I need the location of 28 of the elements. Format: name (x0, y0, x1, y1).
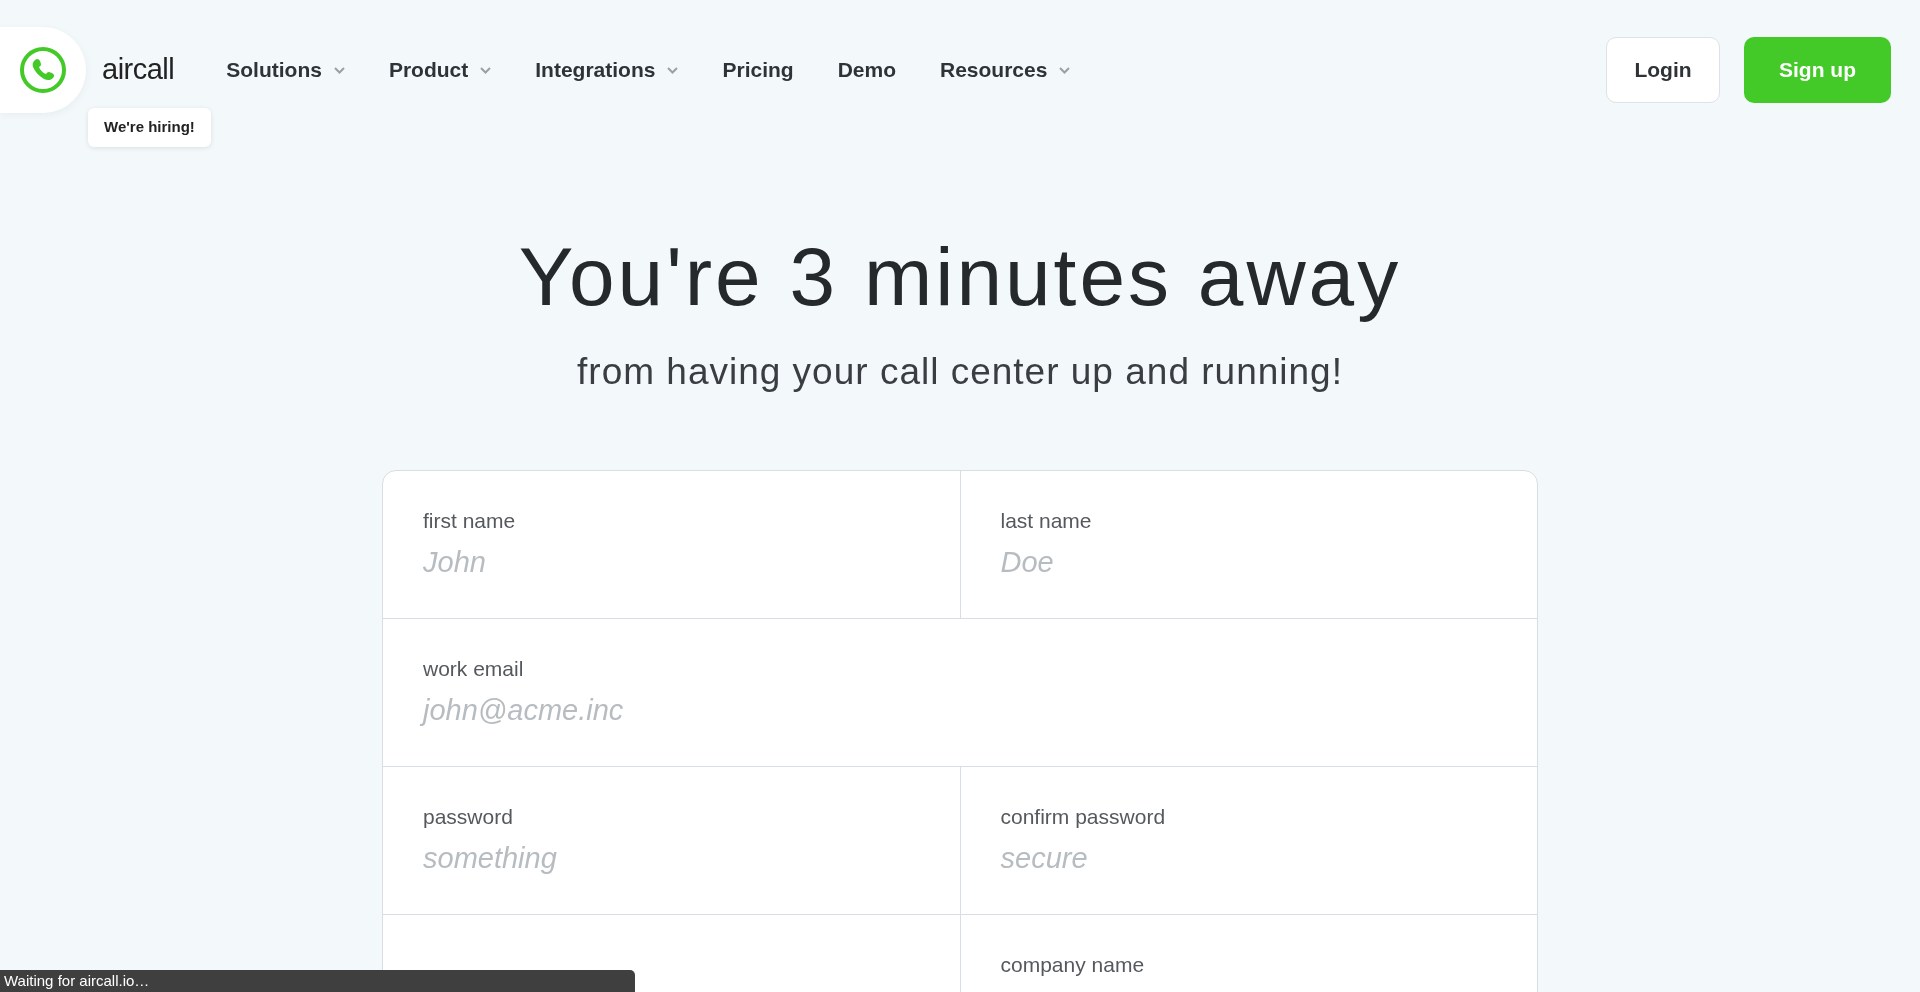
nav-link[interactable]: Solutions (204, 54, 367, 86)
chevron-down-icon (1059, 66, 1071, 74)
nav-link[interactable]: Pricing (700, 54, 816, 86)
field-label: work email (423, 655, 525, 682)
brand-wordmark[interactable]: aircall (102, 48, 175, 92)
page-subheading: from having your call center up and running! (576, 350, 1344, 395)
input-field[interactable]: Doe (992, 542, 1489, 585)
field-label: last name (1000, 507, 1093, 534)
input-field[interactable]: John (415, 542, 912, 585)
nav-link[interactable]: Integrations (513, 54, 701, 86)
field-label: confirm password (1000, 803, 1167, 830)
field-label: company name (1000, 951, 1146, 978)
status-bar: Waiting for aircall.io… (0, 970, 635, 992)
field-label: password (423, 803, 514, 830)
input-field[interactable]: john@acme.inc (415, 690, 1489, 733)
login-button[interactable]: Login (1606, 37, 1720, 103)
field-label: first name (423, 507, 517, 534)
hiring-tooltip: We're hiring! (88, 108, 211, 147)
page-heading: You're 3 minutes away (517, 230, 1403, 324)
nav-link[interactable]: Product (366, 54, 514, 86)
chevron-down-icon (667, 66, 679, 74)
nav-link[interactable]: Resources (918, 54, 1093, 86)
phone-logo-icon[interactable] (0, 27, 86, 113)
chevron-down-icon (480, 66, 492, 74)
nav-link[interactable]: Demo (815, 54, 918, 86)
chevron-down-icon (333, 66, 345, 74)
input-field[interactable]: something (415, 838, 912, 881)
input-field[interactable]: secure (992, 838, 1489, 881)
